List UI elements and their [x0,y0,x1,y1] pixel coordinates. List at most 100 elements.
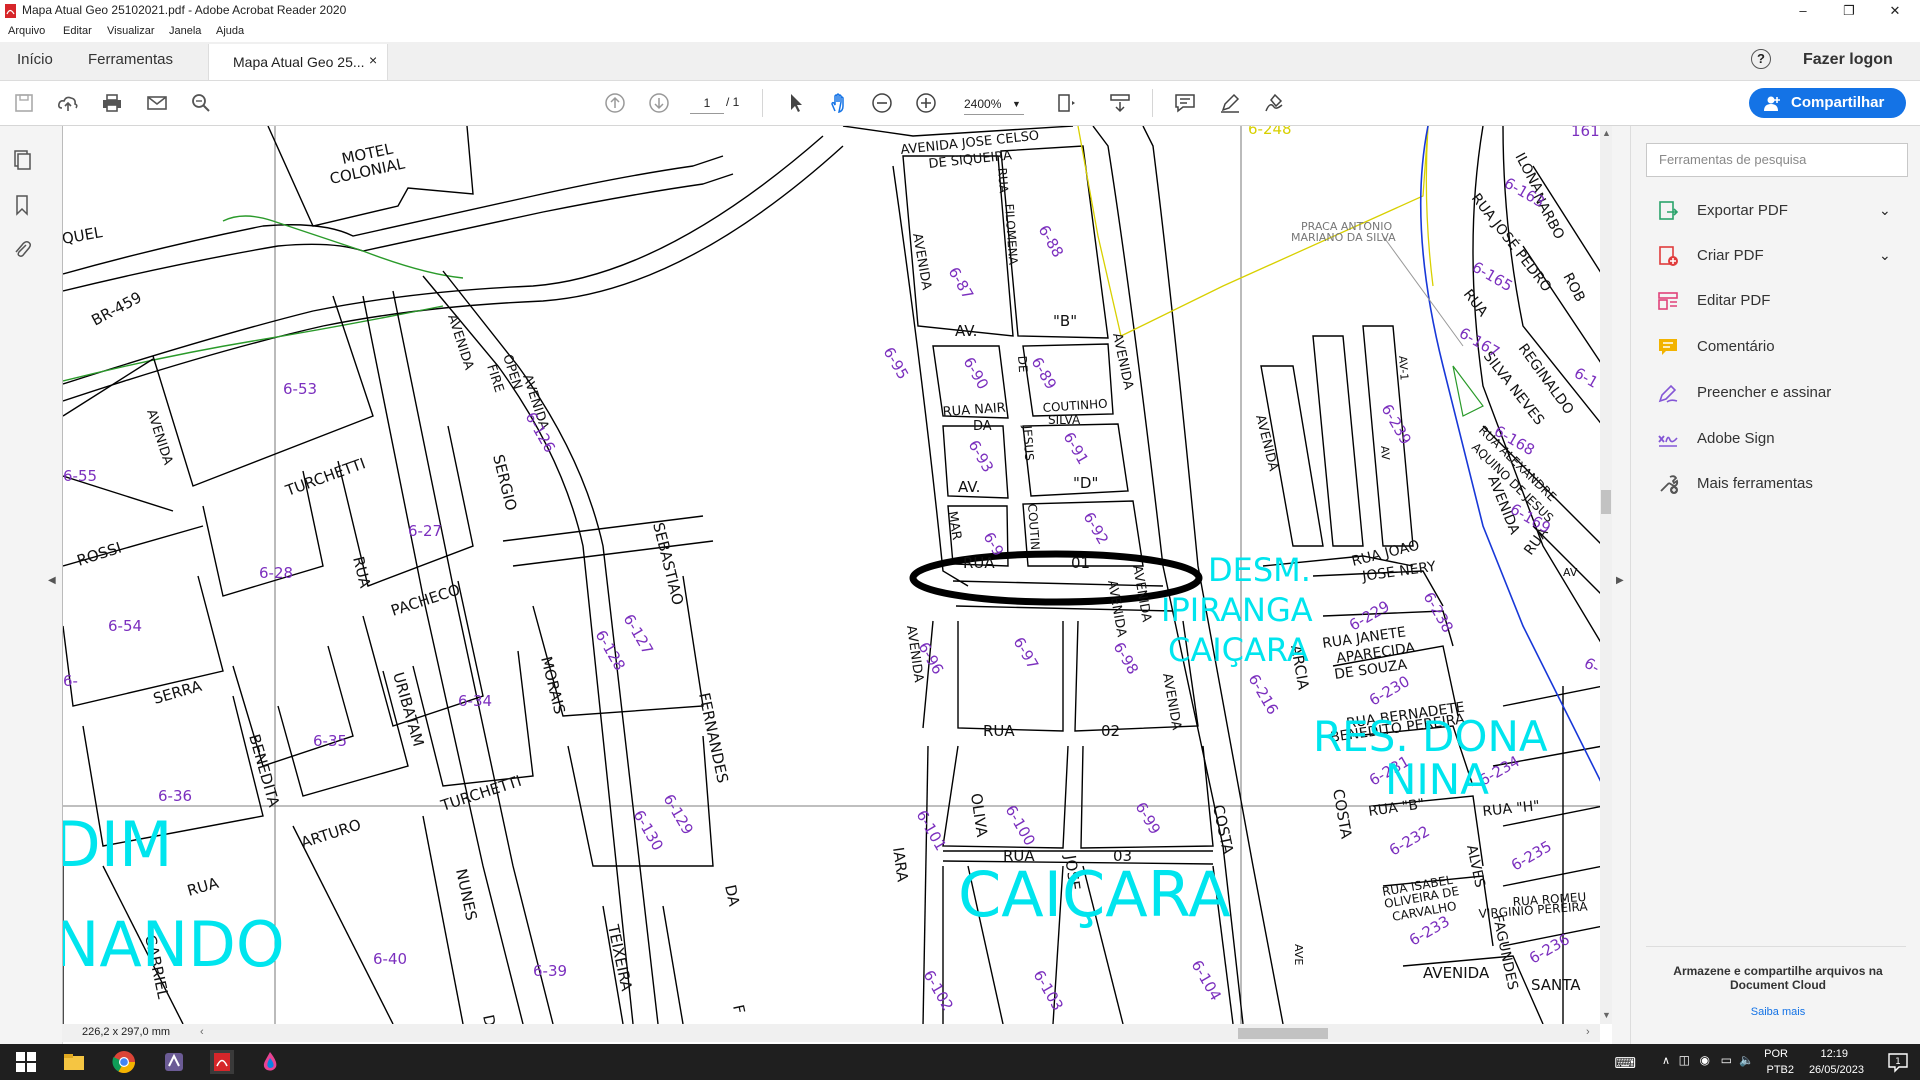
tool-create-pdf[interactable]: Criar PDF ⌄ [1657,241,1907,271]
wifi-icon[interactable]: ◉ [1700,1053,1710,1067]
file-explorer-icon[interactable] [62,1050,86,1074]
comment-icon[interactable] [1173,91,1197,115]
scroll-down-icon[interactable]: ▼ [1602,1010,1611,1020]
select-cursor-icon[interactable] [784,91,808,115]
battery-icon[interactable]: ▭ [1721,1053,1732,1067]
fit-page-icon[interactable] [1054,91,1078,115]
horizontal-scrollbar[interactable]: 226,2 x 297,0 mm ‹ › [62,1024,1600,1042]
tool-edit-pdf[interactable]: Editar PDF [1657,286,1907,316]
tool-more-tools[interactable]: Mais ferramentas [1657,469,1907,499]
street-label: MORAIS [537,655,569,716]
email-icon[interactable] [145,91,169,115]
page-down-icon[interactable] [647,91,671,115]
acrobat-taskbar-icon[interactable] [210,1050,234,1074]
street-label: ROB [1559,270,1587,304]
print-icon[interactable] [100,91,124,115]
tool-adobe-sign[interactable]: Adobe Sign [1657,424,1907,454]
vertical-scrollbar[interactable]: ▲ ▼ [1600,126,1612,1024]
chevron-down-icon[interactable]: ⌄ [1879,247,1891,264]
scroll-right-icon[interactable]: › [1586,1026,1590,1038]
menu-editar[interactable]: Editar [63,25,92,37]
more-tools-icon [1660,475,1679,494]
lot-label: 6-248 [1248,126,1292,138]
street-label: RUA [185,874,221,900]
volume-icon[interactable]: 🔈 [1739,1053,1754,1067]
lot-label: 6-55 [63,467,97,485]
menu-janela[interactable]: Janela [169,25,201,37]
keyboard-icon[interactable]: ⌨ [1614,1054,1636,1072]
clock-time[interactable]: 12:19 [1820,1048,1848,1060]
maximize-button[interactable]: ❐ [1826,0,1872,22]
menu-visualizar[interactable]: Visualizar [107,25,155,37]
lot-label: 6-129 [660,791,697,838]
app-icon[interactable] [162,1050,186,1074]
neighborhood-label: CAIÇARA [1168,631,1309,669]
tool-label: Comentário [1697,338,1775,355]
close-window-button[interactable]: ✕ [1872,0,1918,22]
tool-comment[interactable]: Comentário [1657,332,1907,362]
zoom-select[interactable]: 2400% ▼ [964,94,1024,115]
clock-date[interactable]: 26/05/2023 [1809,1064,1864,1076]
bookmark-icon[interactable] [11,194,33,216]
vertical-scroll-thumb[interactable] [1601,490,1611,514]
keyboard-layout[interactable]: PTB2 [1766,1064,1794,1076]
minimize-button[interactable]: – [1780,0,1826,22]
tab-document[interactable]: Mapa Atual Geo 25... × [208,44,388,80]
street-label: JESUS [1020,424,1036,461]
street-label: AV [1378,445,1392,461]
zoom-in-icon[interactable] [914,91,938,115]
horizontal-scroll-thumb[interactable] [1238,1028,1328,1039]
neighborhood-label: NANDO [63,908,285,981]
right-panel-toggle[interactable]: ▶ [1612,126,1630,1044]
tool-fill-sign[interactable]: Preencher e assinar [1657,378,1907,408]
page-up-icon[interactable] [603,91,627,115]
hand-tool-icon[interactable] [827,91,851,115]
street-label: RUA [983,722,1015,740]
sign-icon[interactable] [1262,91,1286,115]
street-label: D [479,1013,499,1024]
collapse-left-icon[interactable]: ◀ [48,575,56,586]
windows-start-icon[interactable] [14,1050,38,1074]
attachment-icon[interactable] [11,239,33,261]
highlight-pen-icon[interactable] [1218,91,1242,115]
scroll-left-icon[interactable]: ‹ [200,1026,204,1038]
learn-more-link[interactable]: Saiba mais [1653,1006,1903,1018]
cloud-upload-icon[interactable] [56,91,80,115]
lot-label: 6-27 [408,522,442,540]
zoom-out-icon[interactable] [870,91,894,115]
left-nav-panel: ◀ [0,126,63,1046]
neighborhood-label: NINA [1385,755,1489,804]
tab-inicio[interactable]: Início [17,51,53,68]
lot-label: 6-88 [1035,222,1068,260]
zoom-value: 2400% [964,97,1002,111]
close-tab-icon[interactable]: × [369,52,377,68]
chevron-down-icon[interactable]: ⌄ [1879,202,1891,219]
tab-ferramentas[interactable]: Ferramentas [88,51,173,68]
tool-search-input[interactable]: Ferramentas de pesquisa [1646,143,1908,177]
tool-export-pdf[interactable]: Exportar PDF ⌄ [1657,196,1907,226]
menu-arquivo[interactable]: Arquivo [8,25,45,37]
network-icon[interactable]: ◫ [1679,1053,1690,1067]
collapse-right-icon[interactable]: ▶ [1616,575,1624,586]
chevron-up-icon[interactable]: ∧ [1662,1054,1670,1067]
menu-ajuda[interactable]: Ajuda [216,25,244,37]
scroll-mode-icon[interactable] [1108,91,1132,115]
tools-panel: Ferramentas de pesquisa Exportar PDF ⌄ C… [1630,126,1920,1044]
street-label: AVENIDA [1159,672,1184,731]
page-thumbnails-icon[interactable] [11,149,33,171]
street-label: NUNES [452,867,481,922]
login-button[interactable]: Fazer logon [1803,51,1893,69]
color-app-icon[interactable] [258,1050,282,1074]
help-icon[interactable]: ? [1751,49,1771,69]
document-view[interactable]: MOTEL COLONIAL QUEL BR-459 AVENIDA JOSE … [62,126,1603,1024]
scroll-up-icon[interactable]: ▲ [1602,128,1611,138]
chrome-icon[interactable] [112,1050,136,1074]
page-number-input[interactable]: 1 [690,93,724,114]
share-button[interactable]: Compartilhar [1749,88,1906,118]
language-indicator[interactable]: POR [1764,1048,1788,1060]
export-pdf-icon [1659,201,1679,220]
street-label: AVENIDA [1104,579,1129,638]
save-icon[interactable] [12,91,36,115]
notifications-icon[interactable]: 1 [1886,1050,1910,1074]
search-icon[interactable] [189,91,213,115]
